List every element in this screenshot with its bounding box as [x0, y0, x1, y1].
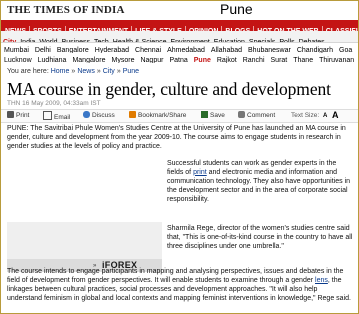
- city-link-delhi[interactable]: Delhi: [32, 46, 54, 53]
- bookmark-icon: [129, 111, 136, 118]
- bookmark-share-button[interactable]: Bookmark/Share: [129, 111, 186, 121]
- city-nav: Mumbai Delhi Bangalore Hyderabad Chennai Ahme…: [1, 43, 358, 64]
- save-button[interactable]: Save: [201, 111, 225, 121]
- masthead: THE TIMES OF INDIA Pune: [1, 1, 358, 20]
- article-paragraph-3: Sharmila Rege, director of the women's s…: [167, 225, 353, 250]
- print-icon: [7, 111, 14, 118]
- city-link-ranchi[interactable]: Ranchi: [240, 56, 268, 63]
- breadcrumb-item-home[interactable]: Home: [51, 68, 70, 75]
- article-headline: MA course in gender, culture and develop…: [7, 79, 331, 99]
- discuss-button[interactable]: Discuss: [83, 111, 115, 121]
- city-link-mysore[interactable]: Mysore: [109, 56, 138, 63]
- article-paragraph-1: PUNE: The Savitribai Phule Women's Studi…: [7, 125, 346, 150]
- city-title: Pune: [220, 1, 253, 17]
- city-link-lucknow[interactable]: Lucknow: [1, 56, 35, 63]
- print-button[interactable]: Print: [7, 111, 29, 121]
- article-paragraph-2: Successful students can work as gender e…: [167, 160, 354, 205]
- section-nav: City India World Business Tech Health & Scien…: [1, 31, 358, 43]
- breadcrumb-item-pune[interactable]: Pune: [123, 68, 139, 75]
- city-link-ahmedabad[interactable]: Ahmedabad: [164, 46, 208, 53]
- breadcrumb-prefix: You are here:: [7, 68, 51, 75]
- email-label: Email: [54, 114, 71, 121]
- email-icon: [43, 111, 52, 120]
- city-link-pune[interactable]: Pune: [191, 56, 214, 63]
- print-link[interactable]: print: [193, 169, 207, 176]
- text-size-large[interactable]: A: [332, 110, 339, 121]
- city-link-bhubaneswar[interactable]: Bhubaneswar: [245, 46, 294, 53]
- comment-button[interactable]: Comment: [238, 111, 275, 121]
- article-paragraph-4-wrap: The course intends to engage participant…: [7, 268, 351, 302]
- main-nav: NEWSSPORTSENTERTAINMENTLIFE & STYLEOPINI…: [1, 20, 358, 31]
- comment-icon: [238, 111, 245, 118]
- lens-link[interactable]: lens: [315, 277, 328, 284]
- city-link-mangalore[interactable]: Mangalore: [69, 56, 108, 63]
- text-size-small[interactable]: A: [323, 111, 327, 122]
- breadcrumb: You are here: Home» News» City» Pune: [7, 68, 139, 75]
- text-size-label: Text Size:: [291, 112, 320, 119]
- breadcrumb-separator: »: [116, 68, 121, 75]
- comment-label: Comment: [247, 112, 276, 119]
- city-link-bangalore[interactable]: Bangalore: [54, 46, 92, 53]
- discuss-icon: [83, 111, 90, 118]
- save-icon: [201, 111, 208, 118]
- city-link-thiruvanan[interactable]: Thiruvanan: [316, 56, 357, 63]
- city-link-rajkot[interactable]: Rajkot: [214, 56, 240, 63]
- breadcrumb-separator: »: [71, 68, 76, 75]
- city-link-hyderabad[interactable]: Hyderabad: [92, 46, 132, 53]
- city-link-goa[interactable]: Goa: [336, 46, 355, 53]
- breadcrumb-item-news[interactable]: News: [77, 68, 95, 75]
- city-link-surat[interactable]: Surat: [268, 56, 291, 63]
- article-dateline: THN 16 May 2009, 04:33am IST: [7, 100, 101, 107]
- city-link-chandigarh[interactable]: Chandigarh: [294, 46, 336, 53]
- city-link-mumbai[interactable]: Mumbai: [1, 46, 32, 53]
- city-link-thane[interactable]: Thane: [290, 56, 316, 63]
- city-nav-row-1: Mumbai Delhi Bangalore Hyderabad Chennai Ahme…: [1, 43, 358, 53]
- city-link-nagpur[interactable]: Nagpur: [137, 56, 166, 63]
- city-link-chennai[interactable]: Chennai: [132, 46, 164, 53]
- breadcrumb-separator: »: [96, 68, 101, 75]
- site-logo[interactable]: THE TIMES OF INDIA: [7, 4, 125, 16]
- save-label: Save: [210, 112, 225, 119]
- city-nav-row-2: Lucknow Ludhiana Mangalore Mysore Nagpur Patn…: [1, 53, 358, 63]
- city-link-ludhiana[interactable]: Ludhiana: [35, 56, 70, 63]
- bookmark-label: Bookmark/Share: [138, 112, 187, 119]
- breadcrumb-item-city[interactable]: City: [103, 68, 115, 75]
- article-toolbar: Print Email Discuss Bookmark/Share Save …: [1, 109, 358, 123]
- print-label: Print: [16, 112, 30, 119]
- discuss-label: Discuss: [92, 112, 115, 119]
- page-frame: THE TIMES OF INDIA Pune NEWSSPORTSENTERT…: [0, 0, 359, 314]
- city-link-patna[interactable]: Patna: [166, 56, 190, 63]
- email-button[interactable]: Email: [43, 111, 70, 123]
- city-link-allahabad[interactable]: Allahabad: [208, 46, 245, 53]
